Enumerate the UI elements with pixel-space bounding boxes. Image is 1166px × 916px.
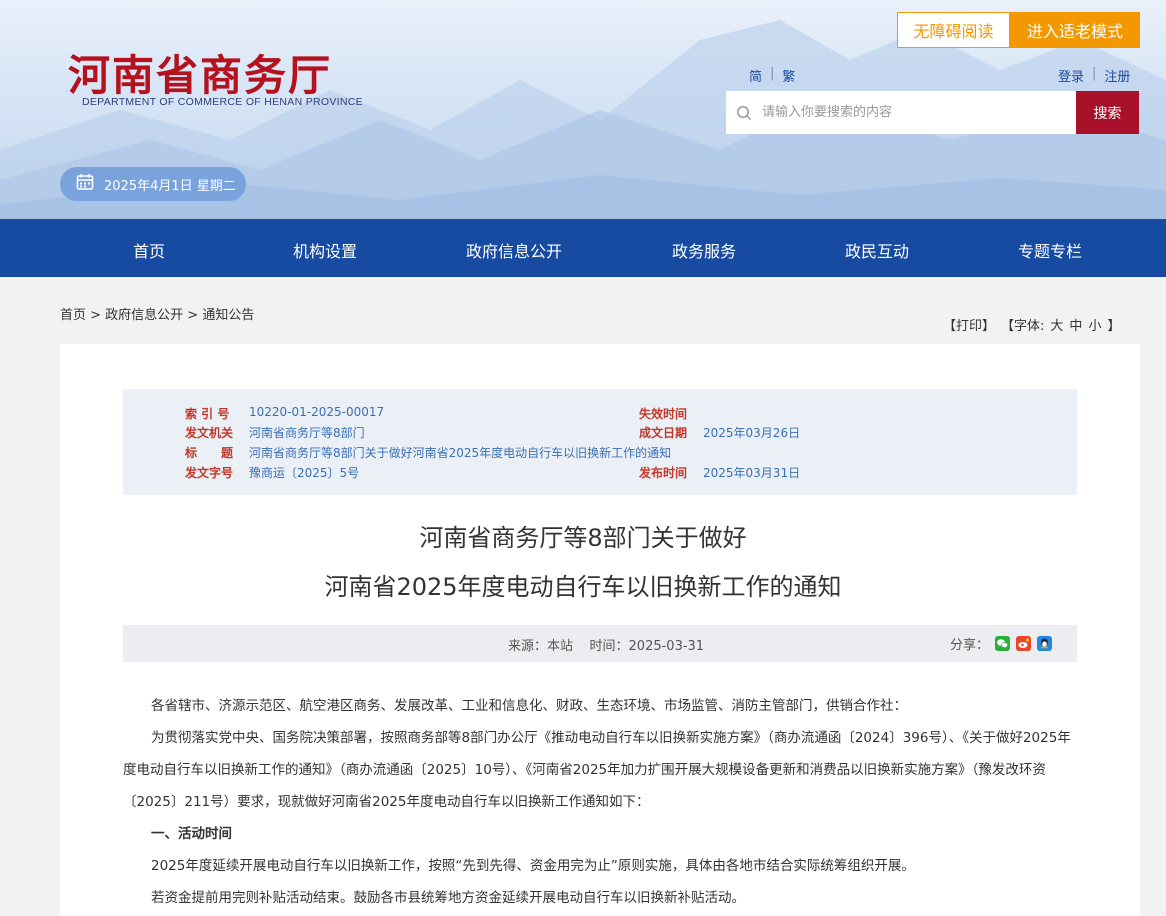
print-button[interactable]: 【打印】 — [943, 315, 995, 334]
created-label: 成文日期 — [639, 426, 688, 440]
calendar-icon — [76, 173, 94, 195]
nav-gov-info[interactable]: 政府信息公开 — [466, 238, 562, 262]
paragraph: 2025年度延续开展电动自行车以旧换新工作，按照“先到先得、资金用完为止”原则实… — [151, 858, 915, 874]
index-label: 索 引 号 — [185, 407, 230, 421]
nav-services[interactable]: 政务服务 — [672, 238, 736, 262]
accessibility-button[interactable]: 无障碍阅读 — [897, 12, 1010, 48]
search-box: 搜索 — [726, 91, 1139, 134]
site-logo-title[interactable]: 河南省商务厅 — [68, 42, 332, 103]
register-link[interactable]: 注册 — [1104, 66, 1130, 85]
document-meta: 索 引 号 10220-01-2025-00017 失效时间 发文机关 河南省商… — [123, 389, 1077, 495]
elder-mode-button[interactable]: 进入适老模式 — [1010, 12, 1140, 48]
qq-share-icon[interactable] — [1037, 636, 1052, 651]
login-link[interactable]: 登录 — [1058, 66, 1084, 85]
article-tools: 【打印】 【字体: 大 中 小 】 — [943, 315, 1120, 334]
article-title-line1: 河南省商务厅等8部门关于做好 — [419, 524, 747, 552]
current-date: 2025年4月1日 星期二 — [104, 178, 236, 194]
article-info-bar: 来源：本站 时间：2025-03-31 分享： — [123, 625, 1077, 662]
site-logo-subtitle: DEPARTMENT OF COMMERCE OF HENAN PROVINCE — [82, 96, 363, 108]
wechat-share-icon[interactable] — [995, 636, 1010, 651]
article-body: 各省辖市、济源示范区、航空港区商务、发展改革、工业和信息化、财政、生态环境、市场… — [123, 690, 1077, 914]
separator: | — [1092, 66, 1097, 81]
docno-value: 豫商运〔2025〕5号 — [249, 466, 360, 480]
title-value: 河南省商务厅等8部门关于做好河南省2025年度电动自行车以旧换新工作的通知 — [249, 446, 672, 460]
index-value: 10220-01-2025-00017 — [249, 405, 385, 419]
search-button[interactable]: 搜索 — [1076, 91, 1139, 134]
font-size-label: 【字体: — [1001, 319, 1045, 334]
article-source-time: 来源：本站 时间：2025-03-31 — [508, 639, 705, 654]
publish-label: 发布时间 — [639, 466, 688, 480]
simplified-link[interactable]: 简 — [749, 66, 762, 85]
expire-label: 失效时间 — [639, 407, 688, 421]
search-input[interactable] — [762, 91, 1076, 134]
breadcrumb[interactable]: 首页 > 政府信息公开 > 通知公告 — [60, 304, 254, 323]
title-label: 标 题 — [185, 446, 234, 460]
date-badge: 2025年4月1日 星期二 — [60, 167, 246, 201]
header-banner: 河南省商务厅 DEPARTMENT OF COMMERCE OF HENAN P… — [0, 0, 1166, 219]
auth-links: 登录 | 注册 — [1058, 66, 1130, 85]
paragraph: 为贯彻落实党中央、国务院决策部署，按照商务部等8部门办公厅《推动电动自行车以旧换… — [123, 730, 1071, 810]
language-switch: 简 | 繁 — [749, 66, 795, 85]
issuer-label: 发文机关 — [185, 426, 234, 440]
search-icon — [726, 105, 762, 121]
font-large-button[interactable]: 大 — [1050, 315, 1063, 334]
article-title-line2: 河南省2025年度电动自行车以旧换新工作的通知 — [324, 573, 842, 601]
font-size-close: 】 — [1107, 319, 1121, 334]
paragraph: 若资金提前用完则补贴活动结束。鼓励各市县统筹地方资金延续开展电动自行车以旧换新补… — [151, 890, 745, 906]
paragraph: 各省辖市、济源示范区、航空港区商务、发展改革、工业和信息化、财政、生态环境、市场… — [151, 698, 907, 714]
issuer-value: 河南省商务厅等8部门 — [249, 426, 365, 440]
created-value: 2025年03月26日 — [703, 426, 801, 440]
font-medium-button[interactable]: 中 — [1069, 315, 1082, 334]
share-label: 分享： — [950, 638, 990, 653]
nav-organization[interactable]: 机构设置 — [293, 238, 357, 262]
traditional-link[interactable]: 繁 — [782, 66, 795, 85]
font-small-button[interactable]: 小 — [1088, 315, 1101, 334]
docno-label: 发文字号 — [185, 466, 234, 480]
separator: | — [770, 66, 775, 81]
nav-home[interactable]: 首页 — [133, 238, 165, 262]
nav-interaction[interactable]: 政民互动 — [845, 238, 909, 262]
section-heading: 一、活动时间 — [151, 826, 232, 842]
weibo-share-icon[interactable] — [1016, 636, 1031, 651]
nav-special[interactable]: 专题专栏 — [1018, 238, 1082, 262]
main-nav — [0, 219, 1166, 277]
publish-value: 2025年03月31日 — [703, 466, 801, 480]
